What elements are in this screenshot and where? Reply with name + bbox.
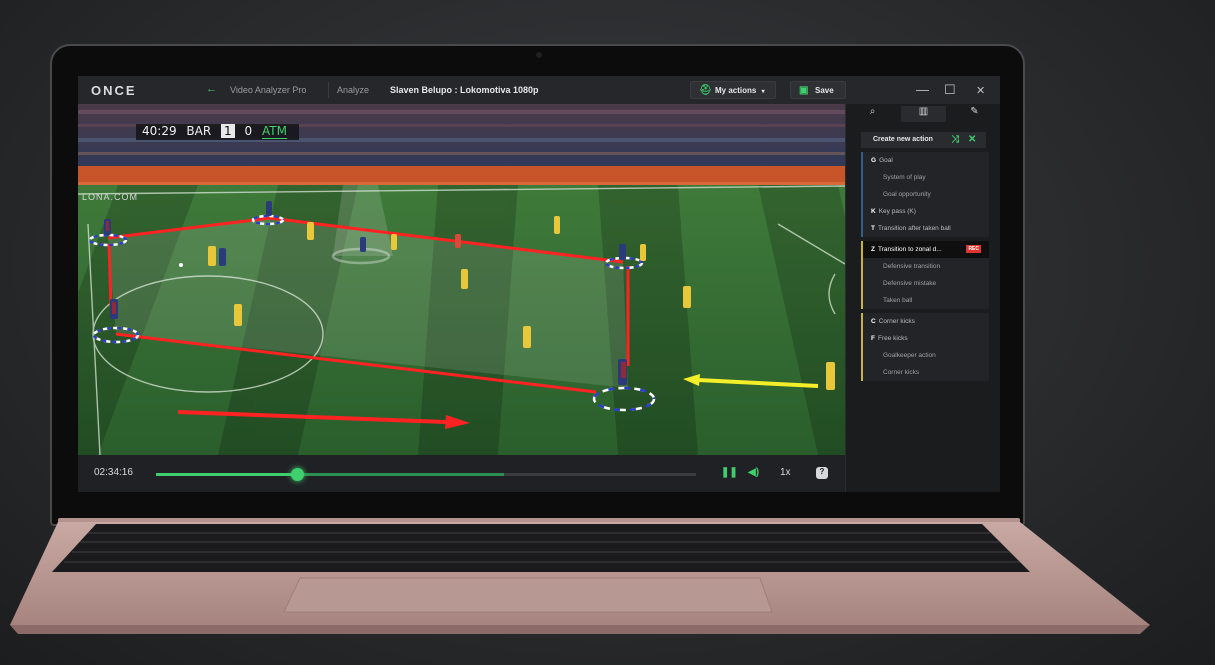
my-actions-button[interactable]: ⛑ My actions ▾	[690, 81, 776, 99]
home-team: BAR	[186, 124, 212, 138]
action-label: Taken ball	[883, 297, 913, 304]
action-item-transition-to-zonal[interactable]: Z Transition to zonal d... REC	[861, 241, 989, 258]
actions-icon: ⛑	[699, 85, 712, 96]
save-label: Save	[815, 86, 834, 95]
breadcrumb-analyze[interactable]: Analyze	[337, 85, 369, 95]
action-item-defensive-transition[interactable]: Defensive transition	[861, 258, 989, 275]
action-item-transition-after-taken-ball[interactable]: T Transition after taken ball	[861, 220, 989, 237]
referee	[455, 234, 461, 248]
action-label: Key pass (K)	[878, 208, 916, 215]
played-bar	[156, 473, 298, 476]
create-new-action-button[interactable]: Create new action ⤨ ✕	[861, 132, 986, 148]
action-item-system-of-play[interactable]: System of play	[861, 169, 989, 186]
buffered-bar	[298, 473, 504, 476]
action-item-corner-kicks[interactable]: C Corner kicks	[861, 313, 989, 330]
action-key: T	[871, 225, 875, 232]
app-logo: ONCE	[91, 83, 137, 98]
breadcrumb-divider	[328, 82, 329, 98]
action-item-defensive-mistake[interactable]: Defensive mistake	[861, 275, 989, 292]
close-icon[interactable]: ✕	[976, 84, 985, 97]
player-controls: 02:34:16 ❚❚ ◀) 1x ?	[78, 455, 845, 492]
speed-button[interactable]: 1x	[780, 467, 791, 478]
volume-icon[interactable]: ◀)	[748, 467, 759, 478]
action-item-free-kicks[interactable]: F Free kicks	[861, 330, 989, 347]
current-time: 02:34:16	[94, 467, 133, 478]
save-icon: ▣	[799, 85, 809, 96]
pen-icon[interactable]: ✎	[952, 106, 997, 122]
action-key: F	[871, 335, 875, 342]
arrow-left-icon[interactable]: ←	[206, 83, 217, 95]
action-item-goal-opportunity[interactable]: Goal opportunity	[861, 186, 989, 203]
recording-badge: REC	[966, 245, 981, 253]
action-label: Free kicks	[877, 335, 908, 342]
ad-board-text: LONA.COM	[82, 192, 139, 202]
action-label: Defensive transition	[883, 263, 941, 270]
panel-tabs: ⌕ ▥ ✎	[846, 104, 1000, 124]
video-title: Slaven Belupo : Lokomotiva 1080p	[390, 85, 539, 95]
laptop-hinge	[58, 518, 1020, 530]
chevron-down-icon: ▾	[761, 89, 765, 95]
shuffle-icon[interactable]: ⤨	[951, 134, 959, 145]
action-key: C	[871, 318, 876, 325]
pitch-scene	[78, 104, 845, 455]
match-clock: 40:29	[142, 124, 177, 138]
collapse-icon[interactable]: ✕	[968, 134, 976, 145]
action-item-key-pass[interactable]: K Key pass (K)	[861, 203, 989, 220]
scoreboard: 40:29 BAR 1 0 ATM	[136, 124, 299, 140]
away-team: ATM	[261, 124, 287, 139]
maximize-icon[interactable]: ☐	[944, 82, 956, 98]
action-label: System of play	[883, 174, 926, 181]
action-label: Corner kicks	[878, 318, 915, 325]
home-score: 1	[221, 124, 235, 138]
away-score: 0	[244, 124, 253, 138]
advertising-board	[78, 166, 845, 184]
action-label: Corner kicks	[883, 369, 920, 376]
webcam	[536, 52, 542, 58]
video-frame[interactable]: 40:29 BAR 1 0 ATM LONA.COM	[78, 104, 845, 455]
action-label: Goal opportunity	[883, 191, 931, 198]
action-key: Z	[871, 246, 875, 253]
action-key: K	[871, 208, 876, 215]
top-bar: ONCE ← Video Analyzer Pro Analyze Slaven…	[78, 76, 1000, 104]
minimize-icon[interactable]: —	[916, 82, 929, 97]
action-item-taken-ball[interactable]: Taken ball	[861, 292, 989, 309]
pause-icon[interactable]: ❚❚	[721, 467, 738, 478]
action-label: Transition to zonal d...	[877, 246, 942, 253]
action-label: Transition after taken ball	[877, 225, 951, 232]
action-label: Goalkeeper action	[883, 352, 936, 359]
app-screen: ONCE ← Video Analyzer Pro Analyze Slaven…	[78, 76, 1000, 492]
action-item-goalkeeper-action[interactable]: Goalkeeper action	[861, 347, 989, 364]
help-icon[interactable]: ?	[816, 467, 828, 479]
ball	[179, 263, 183, 267]
seek-handle[interactable]	[291, 468, 304, 481]
trash-icon[interactable]: ▥	[901, 106, 946, 122]
create-new-action-label: Create new action	[873, 136, 933, 143]
my-actions-label: My actions	[715, 86, 757, 95]
actions-panel: ⌕ ▥ ✎ Create new action ⤨ ✕ G Goal System…	[845, 104, 1000, 492]
action-item-corner-kicks-sub[interactable]: Corner kicks	[861, 364, 989, 381]
save-button[interactable]: ▣ Save	[790, 81, 846, 99]
action-label: Defensive mistake	[883, 280, 937, 287]
breadcrumb-video-analyzer[interactable]: Video Analyzer Pro	[230, 85, 306, 95]
search-zoom-icon[interactable]: ⌕	[850, 106, 895, 122]
action-label: Goal	[879, 157, 893, 164]
action-key: G	[871, 157, 877, 164]
action-item-goal[interactable]: G Goal	[861, 152, 989, 169]
